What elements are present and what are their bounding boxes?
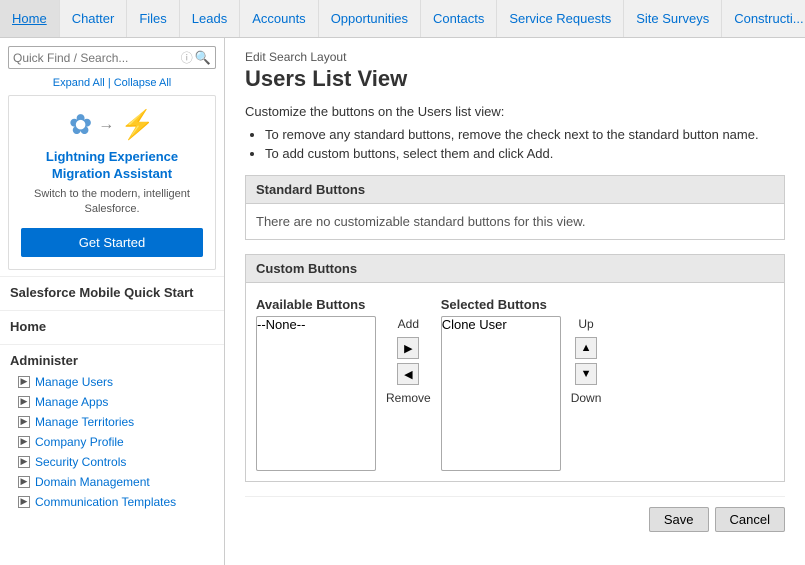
search-bar: ⓘ 🔍 xyxy=(8,46,216,69)
migration-card: ✿ → ⚡ Lightning Experience Migration Ass… xyxy=(8,95,216,270)
nav-leads[interactable]: Leads xyxy=(180,0,240,37)
standard-buttons-empty: There are no customizable standard butto… xyxy=(256,214,586,229)
available-option-none[interactable]: --None-- xyxy=(257,317,375,333)
search-button[interactable]: 🔍 xyxy=(195,50,211,66)
add-remove-col: Add ▶ ◀ Remove xyxy=(386,297,431,405)
remove-label: Remove xyxy=(386,391,431,405)
sidebar-link-security-controls[interactable]: ▶ Security Controls xyxy=(0,452,224,472)
collapse-all-link[interactable]: Collapse All xyxy=(114,77,171,89)
cancel-button[interactable]: Cancel xyxy=(715,507,785,532)
standard-buttons-body: There are no customizable standard butto… xyxy=(245,203,785,240)
bullet-2: To add custom buttons, select them and c… xyxy=(265,146,785,161)
available-buttons-col: Available Buttons --None-- xyxy=(256,297,376,471)
description-text: Customize the buttons on the Users list … xyxy=(245,104,785,119)
search-input[interactable] xyxy=(13,51,181,65)
selected-label: Selected Buttons xyxy=(441,297,561,312)
top-nav: Home Chatter Files Leads Accounts Opport… xyxy=(0,0,805,38)
expand-all-link[interactable]: Expand All xyxy=(53,77,105,89)
down-button[interactable]: ▼ xyxy=(575,363,597,385)
selected-buttons-list[interactable]: Clone User xyxy=(441,316,561,471)
arrow-icon-communication-templates: ▶ xyxy=(18,496,30,508)
nav-contacts[interactable]: Contacts xyxy=(421,0,497,37)
sidebar-link-manage-users[interactable]: ▶ Manage Users xyxy=(0,372,224,392)
arrow-icon-company-profile: ▶ xyxy=(18,436,30,448)
sidebar-link-domain-management[interactable]: ▶ Domain Management xyxy=(0,472,224,492)
standard-buttons-header: Standard Buttons xyxy=(245,175,785,203)
bullet-list: To remove any standard buttons, remove t… xyxy=(245,127,785,161)
get-started-button[interactable]: Get Started xyxy=(21,228,203,257)
arrow-icon: → xyxy=(98,116,114,134)
arrow-icon-manage-apps: ▶ xyxy=(18,396,30,408)
nav-home[interactable]: Home xyxy=(0,0,60,37)
add-button[interactable]: ▶ xyxy=(397,337,419,359)
nav-construction[interactable]: Constructi... xyxy=(722,0,805,37)
migration-icons: ✿ → ⚡ xyxy=(21,108,203,141)
remove-button[interactable]: ◀ xyxy=(397,363,419,385)
selected-buttons-col: Selected Buttons Clone User xyxy=(441,297,561,471)
expand-collapse: Expand All | Collapse All xyxy=(0,77,224,89)
up-label: Up xyxy=(578,317,593,331)
lightning-icon: ⚡ xyxy=(120,108,155,141)
sidebar-link-manage-territories[interactable]: ▶ Manage Territories xyxy=(0,412,224,432)
nav-files[interactable]: Files xyxy=(127,0,179,37)
nav-chatter[interactable]: Chatter xyxy=(60,0,128,37)
selected-option-clone-user[interactable]: Clone User xyxy=(442,317,560,333)
sidebar: ⓘ 🔍 Expand All | Collapse All ✿ → ⚡ Ligh… xyxy=(0,38,225,565)
arrow-icon-manage-users: ▶ xyxy=(18,376,30,388)
save-button[interactable]: Save xyxy=(649,507,709,532)
migration-title: Lightning Experience Migration Assistant xyxy=(21,149,203,183)
nav-service-requests[interactable]: Service Requests xyxy=(497,0,624,37)
home-label: Home xyxy=(0,310,224,338)
down-label: Down xyxy=(571,391,602,405)
help-icon[interactable]: ⓘ xyxy=(181,49,193,66)
sidebar-link-communication-templates[interactable]: ▶ Communication Templates xyxy=(0,492,224,512)
up-down-col: Up ▲ ▼ Down xyxy=(571,297,602,405)
arrow-icon-security-controls: ▶ xyxy=(18,456,30,468)
main-content: Edit Search Layout Users List View Custo… xyxy=(225,38,805,565)
breadcrumb: Edit Search Layout xyxy=(245,50,785,64)
nav-site-surveys[interactable]: Site Surveys xyxy=(624,0,722,37)
custom-buttons-header: Custom Buttons xyxy=(245,254,785,282)
nav-accounts[interactable]: Accounts xyxy=(240,0,318,37)
add-label: Add xyxy=(398,317,419,331)
sidebar-link-manage-apps[interactable]: ▶ Manage Apps xyxy=(0,392,224,412)
nav-opportunities[interactable]: Opportunities xyxy=(319,0,421,37)
migration-desc: Switch to the modern, intelligent Salesf… xyxy=(21,187,203,218)
quick-start-label: Salesforce Mobile Quick Start xyxy=(0,276,224,304)
available-buttons-list[interactable]: --None-- xyxy=(256,316,376,471)
form-actions: Save Cancel xyxy=(245,496,785,532)
page-title: Users List View xyxy=(245,66,785,92)
flower-icon: ✿ xyxy=(69,108,92,141)
custom-buttons-body: Available Buttons --None-- Add ▶ ◀ Remov… xyxy=(245,282,785,482)
bullet-1: To remove any standard buttons, remove t… xyxy=(265,127,785,142)
sidebar-link-company-profile[interactable]: ▶ Company Profile xyxy=(0,432,224,452)
arrow-icon-manage-territories: ▶ xyxy=(18,416,30,428)
available-label: Available Buttons xyxy=(256,297,376,312)
arrow-icon-domain-management: ▶ xyxy=(18,476,30,488)
up-button[interactable]: ▲ xyxy=(575,337,597,359)
administer-label: Administer xyxy=(0,344,224,372)
